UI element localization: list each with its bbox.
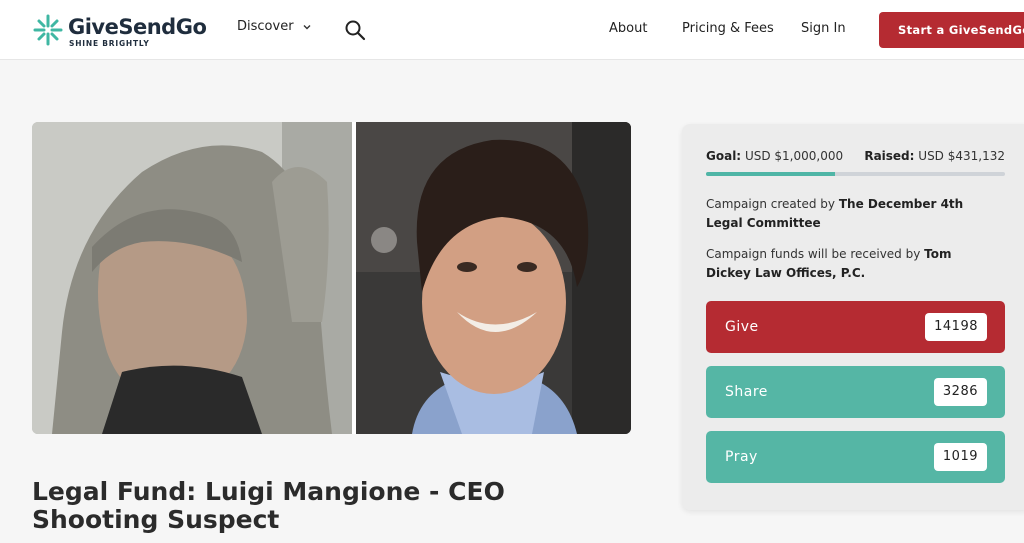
start-campaign-button[interactable]: Start a GiveSendGo: [879, 12, 1024, 48]
chevron-down-icon: [303, 24, 311, 29]
nav-about-link[interactable]: About: [609, 21, 647, 36]
search-icon[interactable]: [344, 19, 366, 41]
campaign-creator: Campaign created by The December 4th Leg…: [706, 195, 996, 233]
nav-pricing-link[interactable]: Pricing & Fees: [682, 21, 774, 36]
recipient-prefix: Campaign funds will be received by: [706, 247, 921, 261]
givesendgo-star-icon: [33, 14, 63, 46]
left-photo: [32, 122, 352, 434]
pray-label: Pray: [725, 449, 758, 465]
raised-label: Raised:: [864, 149, 915, 163]
funding-progress-bar: [706, 172, 1005, 176]
pray-button[interactable]: Pray 1019: [706, 431, 1005, 483]
goal-text: Goal: USD $1,000,000: [706, 149, 843, 163]
creator-prefix: Campaign created by: [706, 197, 836, 211]
raised-text: Raised: USD $431,132: [864, 149, 1005, 163]
give-button[interactable]: Give 14198: [706, 301, 1005, 353]
give-count: 14198: [925, 313, 987, 341]
raised-value: USD $431,132: [918, 149, 1005, 163]
site-header: GiveSendGo SHINE BRIGHTLY Discover About…: [0, 0, 1024, 60]
goal-value: USD $1,000,000: [744, 149, 844, 163]
givesendgo-logo[interactable]: GiveSendGo SHINE BRIGHTLY: [32, 13, 207, 49]
funding-progress-fill: [706, 172, 835, 176]
right-photo: [356, 122, 631, 434]
discover-label: Discover: [237, 19, 294, 34]
campaign-title: Legal Fund: Luigi Mangione - CEO Shootin…: [32, 477, 505, 534]
donation-card: Goal: USD $1,000,000 Raised: USD $431,13…: [682, 124, 1024, 510]
share-count: 3286: [933, 378, 987, 406]
brand-tagline: SHINE BRIGHTLY: [69, 39, 150, 48]
campaign-image: [32, 122, 631, 434]
share-button[interactable]: Share 3286: [706, 366, 1005, 418]
nav-signin-link[interactable]: Sign In: [801, 21, 846, 36]
give-label: Give: [725, 319, 759, 335]
pray-count: 1019: [933, 443, 987, 471]
goal-label: Goal:: [706, 149, 742, 163]
discover-menu[interactable]: Discover: [237, 19, 312, 34]
share-label: Share: [725, 384, 768, 400]
campaign-recipient: Campaign funds will be received by Tom D…: [706, 245, 996, 283]
brand-name: GiveSendGo: [68, 15, 207, 39]
